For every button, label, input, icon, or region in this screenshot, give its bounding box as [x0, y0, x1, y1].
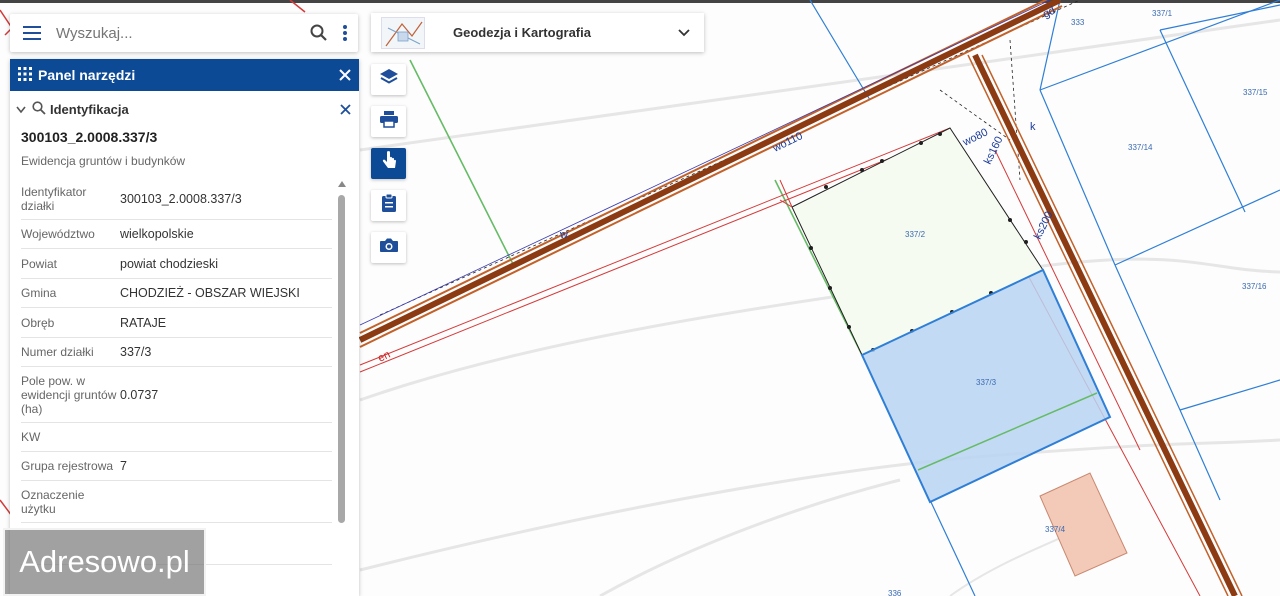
table-row: Województwo wielkopolskie: [21, 220, 332, 249]
table-row: KW: [21, 423, 332, 452]
print-button[interactable]: [371, 106, 406, 137]
tool-panel: Panel narzędzi Identyfikacja 300103_2.00…: [10, 59, 359, 596]
attribute-value: 300103_2.0008.337/3: [120, 192, 242, 206]
line-label-k: k: [1030, 121, 1036, 133]
table-row: Oznaczenie użytku: [21, 481, 332, 523]
parcel-label-336: 336: [888, 589, 902, 596]
identify-icon: [380, 151, 398, 176]
attribute-value: wielkopolskie: [120, 227, 194, 241]
attribute-value: 0.0737: [120, 387, 159, 402]
attribute-key: Grupa rejestrowa: [21, 459, 114, 473]
search-bar: [10, 14, 358, 52]
scroll-up-icon[interactable]: [338, 181, 346, 187]
attribute-value: RATAJE: [120, 315, 167, 330]
identification-header[interactable]: Identyfikacja: [10, 91, 359, 127]
attribute-key: Identyfikator działki: [21, 185, 87, 213]
table-row: Numer działki 337/3: [21, 338, 332, 367]
scrollbar[interactable]: [338, 181, 346, 523]
watermark-text: Adresowo.pl: [19, 544, 190, 579]
attribute-key: Oznaczenie użytku: [21, 487, 85, 516]
parcel-label-333: 333: [1071, 18, 1085, 27]
table-row: Powiat powiat chodzieski: [21, 249, 332, 279]
layer-title: Geodezja i Kartografia: [453, 25, 591, 40]
parcel-label-337-2: 337/2: [905, 230, 926, 239]
attribute-key: Powiat: [21, 256, 58, 271]
parcel-source: Ewidencja gruntów i budynków: [21, 154, 186, 168]
attribute-value: powiat chodzieski: [120, 256, 218, 271]
chevron-down-icon[interactable]: [664, 28, 704, 37]
chevron-down-icon[interactable]: [16, 102, 26, 117]
table-row: Obręb RATAJE: [21, 308, 332, 338]
print-icon: [379, 110, 399, 133]
notes-button[interactable]: [371, 190, 406, 221]
panel-title: Panel narzędzi: [38, 67, 136, 83]
watermark-logo: Adresowo.pl: [3, 528, 206, 596]
clipboard-icon: [381, 193, 397, 218]
parcel-label-337-1: 337/1: [1152, 9, 1173, 18]
attribute-value: CHODZIEŻ - OBSZAR WIEJSKI: [120, 286, 300, 300]
attribute-key: Pole pow. w ewidencji gruntów (ha): [21, 373, 117, 416]
map-toolbar: [371, 64, 407, 274]
parcel-label-337-3: 337/3: [976, 378, 997, 387]
table-row: Gmina CHODZIEŻ - OBSZAR WIEJSKI: [21, 279, 332, 308]
parcel-label-337-15: 337/15: [1243, 88, 1268, 97]
close-identification-icon[interactable]: [331, 103, 359, 115]
attribute-key: KW: [21, 430, 41, 444]
more-options-icon[interactable]: [332, 14, 358, 52]
attribute-table: Identyfikator działki 300103_2.0008.337/…: [10, 179, 332, 565]
table-row: Identyfikator działki 300103_2.0008.337/…: [21, 179, 332, 220]
attribute-value: 7: [120, 459, 127, 473]
layer-thumbnail: [381, 16, 425, 49]
attribute-value: 337/3: [120, 345, 152, 359]
parcel-id-heading: 300103_2.0008.337/3: [21, 129, 158, 145]
scrollbar-thumb[interactable]: [338, 195, 345, 523]
parcel-label-337-14: 337/14: [1128, 143, 1153, 152]
table-row: Grupa rejestrowa 7: [21, 452, 332, 481]
parcel-label-337-16: 337/16: [1242, 282, 1267, 291]
attribute-key: Numer działki: [21, 345, 94, 359]
attribute-key: Obręb: [21, 315, 55, 330]
close-panel-icon[interactable]: [331, 59, 359, 91]
search-input[interactable]: [54, 18, 306, 48]
parcel-label-337-4: 337/4: [1045, 525, 1066, 534]
attribute-key: Gmina: [21, 286, 57, 300]
search-icon[interactable]: [306, 14, 332, 52]
search-icon: [32, 100, 46, 118]
identify-button[interactable]: [371, 148, 406, 179]
layers-button[interactable]: [371, 64, 406, 95]
identification-label: Identyfikacja: [50, 101, 129, 117]
apps-grid-icon: [18, 66, 32, 84]
screenshot-button[interactable]: [371, 232, 406, 263]
table-row: Pole pow. w ewidencji gruntów (ha) 0.073…: [21, 367, 332, 423]
attribute-key: Województwo: [21, 227, 95, 241]
layers-icon: [379, 68, 399, 91]
camera-icon: [379, 237, 399, 258]
panel-header: Panel narzędzi: [10, 59, 359, 91]
line-label-w: w: [559, 229, 568, 241]
menu-icon[interactable]: [10, 14, 54, 52]
layer-selector[interactable]: Geodezja i Kartografia: [371, 13, 704, 52]
